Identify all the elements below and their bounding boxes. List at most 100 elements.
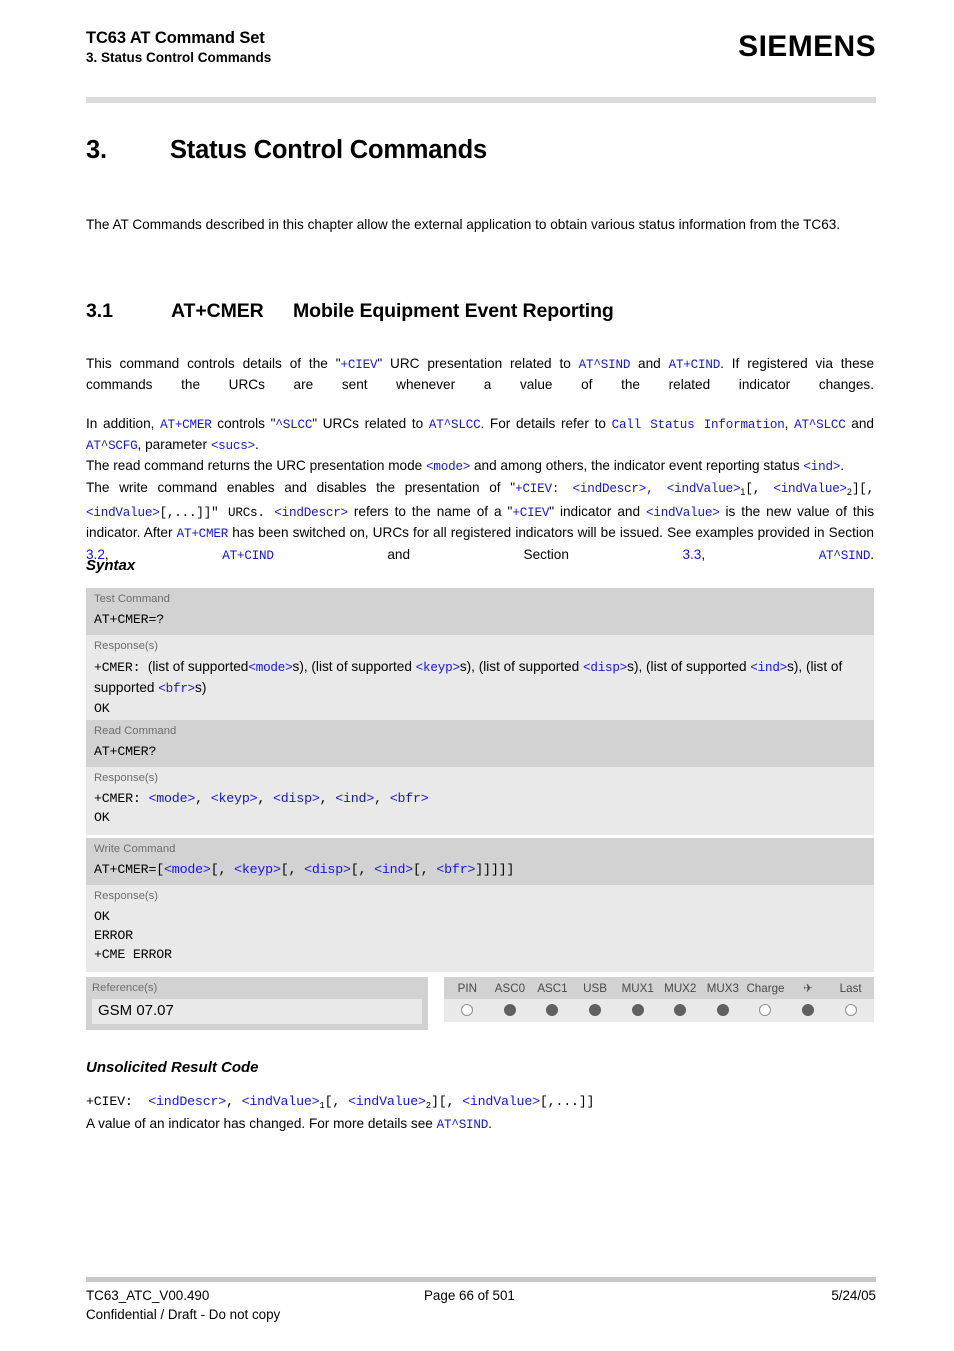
section-number: 3.1	[86, 300, 113, 322]
header-titles: TC63 AT Command Set 3. Status Control Co…	[86, 28, 271, 67]
code-param-bfr: <bfr>	[389, 791, 429, 806]
code-param-indvalue-1: <indValue>	[666, 481, 741, 496]
capability-col-mux1: MUX1	[621, 982, 654, 995]
syntax-heading: Syntax	[86, 557, 136, 574]
footer-divider	[86, 1277, 876, 1282]
code-param-disp: <disp>	[272, 791, 320, 806]
read-command-block: Read Command AT+CMER? Response(s) +CMER:…	[86, 720, 874, 835]
capability-cell-airplane	[787, 1004, 830, 1016]
test-command-block: Test Command AT+CMER=? Response(s) +CMER…	[86, 588, 874, 726]
link-section-3-3[interactable]: 3.3	[682, 547, 701, 562]
reference-label: Reference(s)	[92, 982, 158, 994]
urc-description: A value of an indicator has changed. For…	[86, 1114, 886, 1135]
text-run: [,	[350, 862, 375, 877]
siemens-logo: SIEMENS	[738, 30, 876, 63]
code-param-ind: <ind>	[803, 460, 841, 475]
text-run: " indicator and	[549, 504, 646, 520]
link-call-status-information[interactable]: Call Status Information	[612, 418, 785, 432]
text-run: " URCs related to	[312, 415, 429, 431]
description-paragraph-3: The read command returns the URC present…	[86, 456, 874, 477]
header-chapter-label: 3. Status Control Commands	[86, 50, 272, 65]
code-ciev-2: +CIEV	[515, 481, 552, 496]
text-run: This command controls details of the "	[86, 356, 341, 371]
code-param-bfr: <bfr>	[158, 682, 196, 696]
code-at-slcc: AT^SLCC	[428, 417, 481, 432]
code-slcc-urc: ^SLCC	[275, 417, 313, 432]
status-dot-filled	[716, 1004, 729, 1016]
capability-cell-usb	[574, 1004, 617, 1016]
text-run: [,...]]" URCs.	[159, 506, 275, 521]
section-command-name: AT+CMER	[171, 300, 264, 322]
text-run: ][,	[851, 481, 875, 496]
code-at-cmer: AT+CMER	[160, 417, 212, 432]
text-run: ,	[701, 546, 819, 562]
write-command-syntax: AT+CMER=[<mode>[, <keyp>[, <disp>[, <ind…	[94, 857, 866, 880]
command-description: This command controls details of the "+C…	[86, 354, 874, 585]
code-param-indvalue-4: <indValue>	[645, 506, 720, 521]
code-param-disp: <disp>	[582, 661, 628, 675]
status-dot-filled	[674, 1004, 687, 1016]
capability-cell-pin	[446, 1004, 489, 1016]
code-param-mode: <mode>	[426, 460, 471, 475]
text-run: [,	[745, 481, 774, 496]
write-command-block: Write Command AT+CMER=[<mode>[, <keyp>[,…	[86, 838, 874, 972]
text-run: s), (list of supported	[292, 659, 416, 674]
read-response-ok: OK	[94, 810, 110, 825]
code-param-indvalue-2: <indValue>	[347, 1094, 426, 1109]
code-param-inddescr: <indDescr>	[572, 481, 647, 496]
text-run: In addition,	[86, 415, 161, 431]
airplane-icon: ✈	[803, 982, 813, 995]
text-run: refers to the name of a "	[347, 504, 513, 520]
capability-col-mux2: MUX2	[664, 982, 697, 995]
capability-col-pin: PIN	[457, 982, 477, 995]
urc-prefix: +CIEV:	[86, 1094, 133, 1109]
code-param-keyp: <keyp>	[210, 791, 258, 806]
code-at-cind: AT+CIND	[668, 358, 721, 372]
text-run: ,	[226, 1094, 242, 1109]
test-response-ok: OK	[94, 701, 110, 716]
code-param-keyp: <keyp>	[234, 862, 281, 877]
status-dot-empty	[759, 1004, 772, 1016]
capability-col-asc1: ASC1	[537, 982, 568, 995]
text-run: [,	[210, 862, 235, 877]
chapter-number: 3.	[86, 136, 107, 164]
test-command-label: Test Command	[94, 593, 170, 605]
text-run: :	[551, 481, 573, 496]
text-run: (list of supported	[147, 659, 249, 674]
capability-cell-mux2	[659, 1004, 702, 1016]
code-param-indvalue-2: <indValue>	[773, 481, 847, 496]
text-run: .	[488, 1116, 492, 1131]
status-dot-filled	[546, 1004, 559, 1016]
code-at-cind-2: AT+CIND	[222, 548, 274, 563]
code-ciev: +CIEV	[340, 358, 378, 372]
text-run: [,	[324, 1094, 348, 1109]
write-response-block: Response(s) OK ERROR +CME ERROR	[86, 885, 874, 972]
code-param-ind: <ind>	[374, 862, 414, 877]
text-run: The read command returns the URC present…	[86, 458, 427, 474]
capability-cell-last	[829, 1004, 872, 1016]
footer-date: 5/24/05	[831, 1288, 876, 1303]
text-run: .	[254, 437, 259, 453]
page-header: TC63 AT Command Set 3. Status Control Co…	[86, 28, 876, 67]
capability-col-last: Last	[839, 982, 862, 995]
capability-value-row	[444, 999, 874, 1022]
page-footer: TC63_ATC_V00.490 Page 66 of 501 5/24/05 …	[86, 1286, 876, 1324]
capability-col-charge: Charge	[746, 982, 785, 995]
code-param-bfr: <bfr>	[436, 862, 476, 877]
code-param-mode: <mode>	[248, 661, 293, 675]
code-at-sind-2: AT^SIND	[818, 548, 871, 563]
text-run: ,	[646, 481, 667, 496]
text-run: The write command enables and disables t…	[86, 479, 516, 495]
text-run: s)	[195, 680, 207, 695]
status-dot-filled	[503, 1004, 516, 1016]
capability-col-usb: USB	[583, 982, 607, 995]
code-param-indvalue-1: <indValue>	[241, 1094, 320, 1109]
text-run: s), (list of supported	[459, 659, 583, 674]
text-run: and Section	[273, 546, 683, 562]
code-param-indvalue-3: <indValue>	[86, 506, 160, 521]
footer-page-number: Page 66 of 501	[424, 1288, 515, 1303]
capability-col-asc0: ASC0	[494, 982, 526, 995]
write-response-cme-error: +CME ERROR	[94, 947, 172, 962]
response-prefix: +CMER:	[94, 660, 141, 675]
urc-syntax-line: +CIEV: <indDescr>, <indValue>1[, <indVal…	[86, 1092, 886, 1116]
